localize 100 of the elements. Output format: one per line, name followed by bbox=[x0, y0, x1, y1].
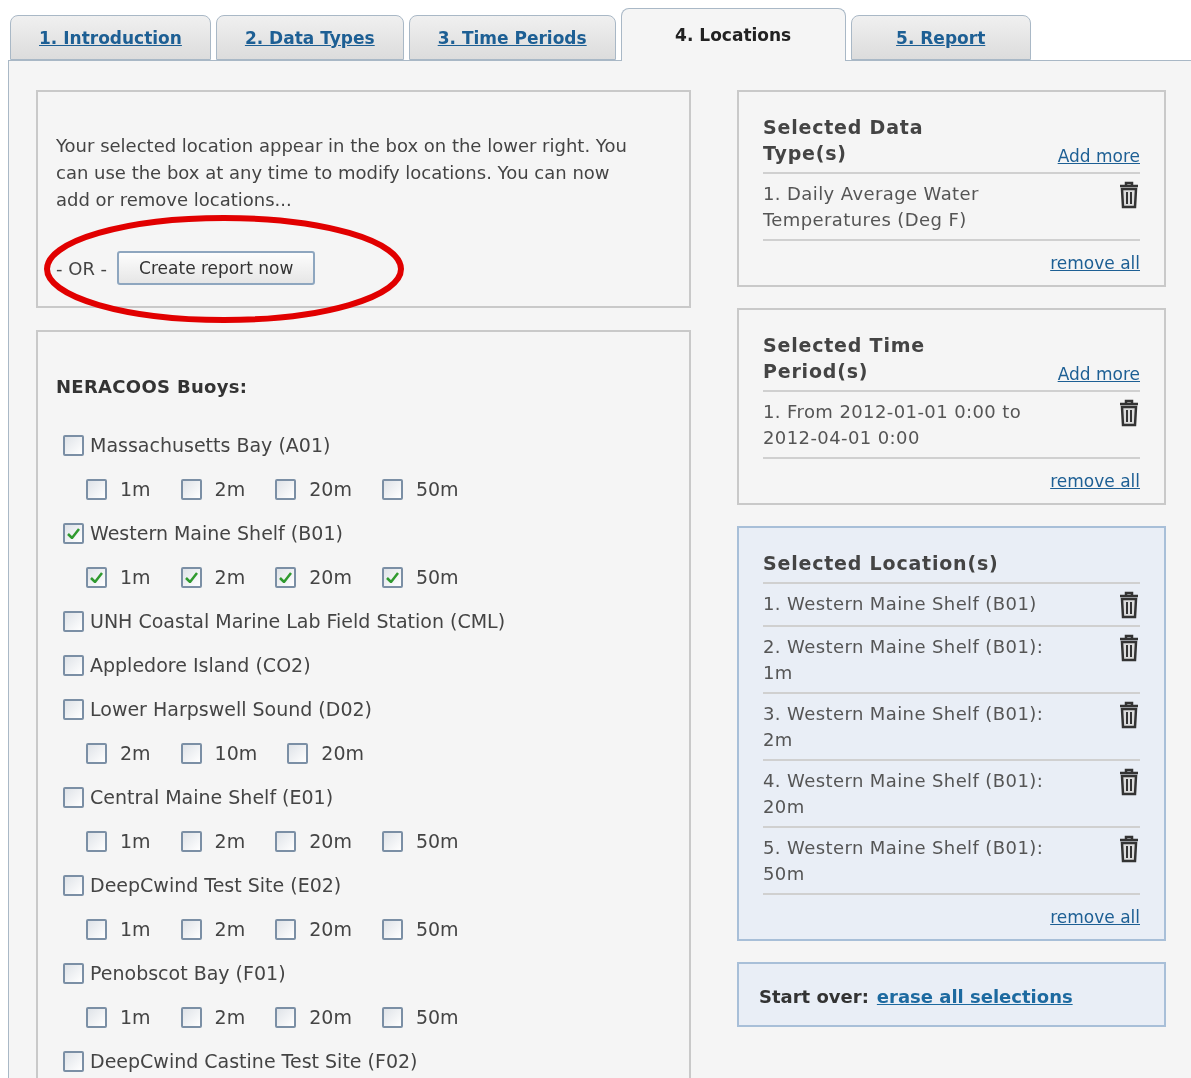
checkbox[interactable] bbox=[180, 918, 202, 940]
checkbox[interactable] bbox=[381, 1006, 403, 1028]
depth-label: 20m bbox=[309, 918, 352, 940]
selected-item: 3. Western Maine Shelf (B01): 2m bbox=[763, 702, 1045, 752]
checkbox[interactable] bbox=[86, 742, 107, 764]
station-label: UNH Coastal Marine Lab Field Station (CML) bbox=[90, 610, 506, 632]
depth-label: 1m bbox=[120, 830, 151, 852]
checkbox[interactable] bbox=[275, 918, 297, 940]
station-label: DeepCwind Test Site (E02) bbox=[90, 874, 342, 896]
station-label: DeepCwind Castine Test Site (F02) bbox=[90, 1050, 418, 1072]
station-label: Appledore Island (CO2) bbox=[90, 654, 311, 676]
panel-title: Selected Data Type(s) bbox=[763, 115, 925, 166]
tab[interactable]: 2. Data Types bbox=[215, 15, 404, 60]
checkbox[interactable] bbox=[86, 918, 107, 940]
checkbox[interactable] bbox=[180, 478, 202, 500]
checkbox[interactable] bbox=[381, 478, 403, 500]
checkbox[interactable] bbox=[86, 830, 107, 852]
checkbox[interactable] bbox=[381, 566, 403, 588]
panel-title: Selected Location(s) bbox=[763, 551, 1000, 576]
add-more-link[interactable]: Add more bbox=[1057, 146, 1140, 166]
depth-label: 1m bbox=[120, 918, 151, 940]
station-label: Western Maine Shelf (B01) bbox=[90, 522, 343, 544]
checkbox[interactable] bbox=[275, 566, 297, 588]
checkbox[interactable] bbox=[275, 1006, 297, 1028]
depth-label: 50m bbox=[415, 830, 459, 852]
selected-item: 4. Western Maine Shelf (B01): 20m bbox=[763, 769, 1045, 819]
checkbox[interactable] bbox=[180, 742, 202, 764]
depth-label: 2m bbox=[214, 918, 246, 940]
remove-all-link[interactable]: remove all bbox=[1050, 253, 1140, 273]
checkbox[interactable] bbox=[63, 522, 84, 544]
station-label: Penobscot Bay (F01) bbox=[90, 962, 286, 984]
checkbox[interactable] bbox=[63, 962, 84, 984]
trash-icon[interactable] bbox=[1118, 835, 1140, 863]
checkbox[interactable] bbox=[180, 830, 202, 852]
selected-item: 5. Western Maine Shelf (B01): 50m bbox=[763, 836, 1045, 886]
checkbox[interactable] bbox=[381, 830, 403, 852]
selected-item: 1. Western Maine Shelf (B01) bbox=[763, 592, 1038, 616]
trash-icon[interactable] bbox=[1118, 634, 1140, 662]
depth-label: 2m bbox=[120, 742, 151, 764]
trash-icon[interactable] bbox=[1118, 591, 1140, 619]
depth-label: 20m bbox=[309, 1006, 352, 1028]
checkbox[interactable] bbox=[63, 610, 84, 632]
checkbox[interactable] bbox=[63, 1050, 84, 1072]
checkbox[interactable] bbox=[180, 566, 202, 588]
checkbox[interactable] bbox=[86, 566, 107, 588]
remove-all-link[interactable]: remove all bbox=[1050, 907, 1140, 927]
depth-label: 2m bbox=[214, 566, 246, 588]
checkmark-icon bbox=[279, 571, 293, 583]
selected-item: 2. Western Maine Shelf (B01): 1m bbox=[763, 635, 1045, 685]
trash-icon[interactable] bbox=[1118, 768, 1140, 796]
checkbox[interactable] bbox=[63, 654, 84, 676]
tab[interactable]: 1. Introduction bbox=[10, 15, 211, 60]
depth-label: 1m bbox=[120, 1006, 151, 1028]
trash-icon[interactable] bbox=[1118, 399, 1140, 427]
trash-icon[interactable] bbox=[1118, 181, 1140, 209]
station-label: Lower Harpswell Sound (D02) bbox=[90, 698, 372, 720]
start-over-label: Start over: bbox=[759, 986, 869, 1007]
checkbox[interactable] bbox=[287, 742, 309, 764]
checkmark-icon bbox=[385, 571, 399, 583]
depth-label: 1m bbox=[120, 566, 151, 588]
depth-label: 50m bbox=[415, 918, 459, 940]
checkmark-icon bbox=[184, 571, 198, 583]
erase-selections-link[interactable]: erase all selections bbox=[876, 986, 1073, 1007]
checkbox[interactable] bbox=[63, 874, 84, 896]
depth-label: 20m bbox=[309, 478, 352, 500]
depth-label: 50m bbox=[415, 566, 459, 588]
depth-label: 2m bbox=[214, 830, 246, 852]
or-label: - OR - bbox=[56, 257, 108, 279]
tab[interactable]: 5. Report bbox=[850, 15, 1031, 60]
checkbox[interactable] bbox=[180, 1006, 202, 1028]
station-label: Central Maine Shelf (E01) bbox=[90, 786, 334, 808]
intro-text: Your selected location appear in the box on the lower right. You can use the box at any time to modify locations. You can now add or remove locations... bbox=[56, 134, 628, 212]
checkbox[interactable] bbox=[86, 478, 107, 500]
checkbox[interactable] bbox=[63, 786, 84, 808]
tab[interactable]: 4. Locations bbox=[620, 8, 846, 61]
create-report-button[interactable]: Create report now bbox=[117, 251, 316, 285]
depth-label: 2m bbox=[214, 1006, 246, 1028]
checkmark-icon bbox=[90, 571, 103, 583]
checkbox[interactable] bbox=[86, 1006, 107, 1028]
checkbox[interactable] bbox=[63, 698, 84, 720]
checkbox[interactable] bbox=[275, 830, 297, 852]
depth-label: 2m bbox=[214, 478, 246, 500]
depth-label: 10m bbox=[214, 742, 258, 764]
checkbox[interactable] bbox=[275, 478, 297, 500]
depth-label: 50m bbox=[415, 478, 459, 500]
depth-label: 20m bbox=[309, 566, 352, 588]
trash-icon[interactable] bbox=[1118, 701, 1140, 729]
depth-label: 1m bbox=[120, 478, 151, 500]
depth-label: 50m bbox=[415, 1006, 459, 1028]
panel-title: Selected Time Period(s) bbox=[763, 333, 926, 384]
tab[interactable]: 3. Time Periods bbox=[408, 15, 616, 60]
add-more-link[interactable]: Add more bbox=[1057, 364, 1140, 384]
checkbox[interactable] bbox=[63, 434, 84, 456]
checkbox[interactable] bbox=[381, 918, 403, 940]
checkmark-icon bbox=[67, 527, 80, 539]
depth-label: 20m bbox=[321, 742, 364, 764]
selected-item: 1. Daily Average Water Temperatures (Deg F) bbox=[763, 182, 980, 232]
remove-all-link[interactable]: remove all bbox=[1050, 471, 1140, 491]
selected-item: 1. From 2012-01-01 0:00 to 2012-04-01 0:00 bbox=[763, 400, 1023, 450]
depth-label: 20m bbox=[309, 830, 352, 852]
